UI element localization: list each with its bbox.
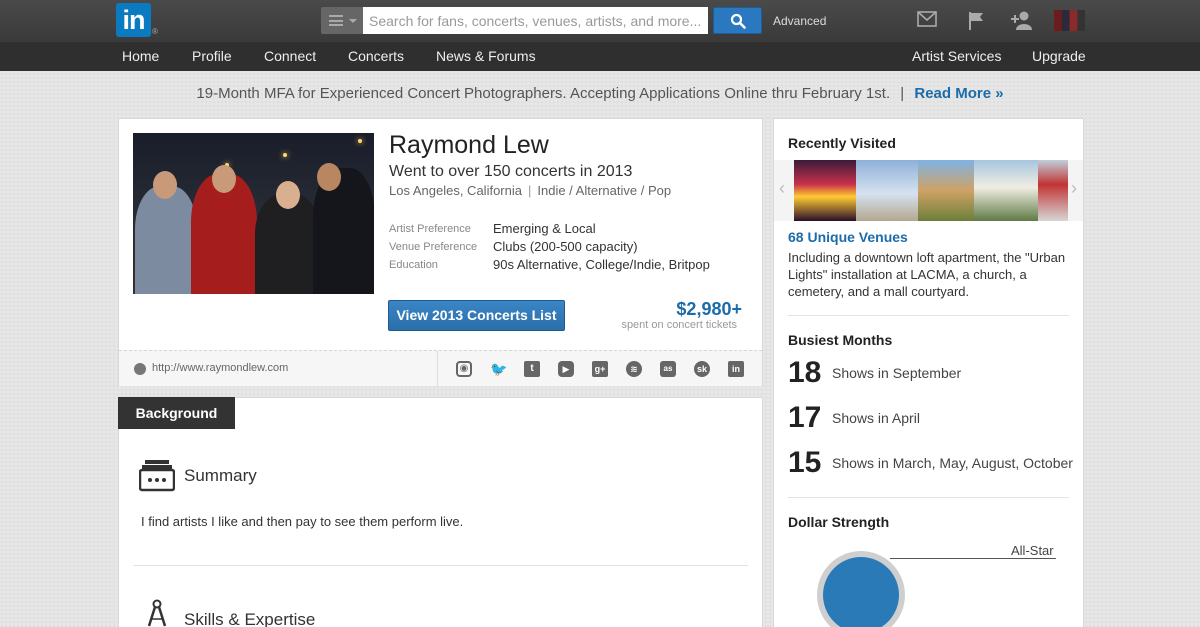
profile-tagline: Went to over 150 concerts in 2013: [389, 163, 633, 180]
read-more-link[interactable]: Read More »: [914, 85, 1003, 102]
nav-news-forums[interactable]: News & Forums: [436, 48, 536, 64]
advanced-search-link[interactable]: Advanced: [773, 14, 826, 28]
skills-title: Skills & Expertise: [184, 610, 316, 627]
list-icon: [329, 15, 343, 26]
busiest-count: 18: [788, 356, 822, 389]
section-divider: [788, 497, 1069, 498]
profile-name: Raymond Lew: [389, 131, 549, 159]
nav-home[interactable]: Home: [122, 48, 159, 64]
youtube-icon[interactable]: ▶: [558, 361, 574, 377]
banner-text: 19-Month MFA for Experienced Concert Pho…: [196, 85, 891, 102]
top-bar: in ® Advanced: [0, 0, 1200, 42]
globe-icon: [134, 363, 146, 375]
spotify-icon[interactable]: ≋: [626, 361, 642, 377]
linkedin-icon[interactable]: in: [728, 361, 744, 377]
nav-profile[interactable]: Profile: [192, 48, 232, 64]
venue-image[interactable]: [1038, 160, 1068, 221]
busiest-text: Shows in September: [832, 365, 962, 381]
lastfm-icon[interactable]: as: [660, 361, 676, 377]
registered-mark: ®: [152, 27, 158, 36]
google-plus-icon[interactable]: g+: [592, 361, 608, 377]
main-nav: Home Profile Connect Concerts News & For…: [0, 42, 1200, 71]
profile-avatar[interactable]: [1054, 10, 1085, 31]
summary-title: Summary: [184, 466, 257, 485]
nav-connect[interactable]: Connect: [264, 48, 316, 64]
spend-label: spent on concert tickets: [621, 319, 737, 331]
mail-icon[interactable]: [917, 11, 937, 27]
venue-carousel: ‹ ›: [774, 160, 1083, 221]
background-tab[interactable]: Background: [118, 397, 235, 429]
search-button[interactable]: [713, 7, 762, 34]
website-link[interactable]: http://www.raymondlew.com: [152, 362, 288, 374]
detail-value: Emerging & Local: [493, 221, 596, 236]
venue-image[interactable]: [856, 160, 918, 221]
instagram-icon[interactable]: ◉: [456, 361, 472, 377]
search-category-dropdown[interactable]: [321, 7, 363, 34]
detail-label: Artist Preference: [389, 223, 471, 235]
linkedin-logo[interactable]: in: [116, 3, 151, 37]
social-links: ◉ 🐦 t ▶ g+ ≋ as sk in: [437, 351, 762, 386]
flag-icon[interactable]: [967, 11, 985, 30]
dollar-level-label: All-Star: [1011, 543, 1054, 558]
dollar-gauge: [823, 557, 899, 627]
busiest-text: Shows in April: [832, 410, 920, 426]
nav-artist-services[interactable]: Artist Services: [912, 48, 1001, 64]
nav-upgrade[interactable]: Upgrade: [1032, 48, 1086, 64]
busiest-count: 17: [788, 401, 822, 434]
spend-amount: $2,980+: [676, 299, 742, 319]
chevron-right-icon[interactable]: ›: [1071, 178, 1077, 199]
promo-banner: 19-Month MFA for Experienced Concert Pho…: [0, 85, 1200, 102]
banner-separator: |: [900, 85, 905, 102]
chevron-left-icon[interactable]: ‹: [779, 178, 785, 199]
view-concerts-list-button[interactable]: View 2013 Concerts List: [388, 300, 565, 331]
background-card: Background Summary I find artists I like…: [118, 397, 763, 627]
dollar-strength-heading: Dollar Strength: [788, 514, 890, 530]
search-input[interactable]: [363, 7, 708, 34]
add-connection-icon[interactable]: [1010, 11, 1034, 30]
detail-value: Clubs (200-500 capacity): [493, 239, 638, 254]
venues-description: Including a downtown loft apartment, the…: [788, 250, 1066, 299]
location-separator: |: [527, 183, 532, 198]
section-divider: [133, 565, 748, 566]
sidebar-card: Recently Visited ‹ › 68 Unique Venues In…: [773, 118, 1084, 627]
detail-value: 90s Alternative, College/Indie, Britpop: [493, 257, 710, 272]
detail-label: Venue Preference: [389, 241, 478, 253]
venue-image[interactable]: [918, 160, 974, 221]
unique-venues-link[interactable]: 68 Unique Venues: [788, 229, 908, 245]
busiest-count: 15: [788, 446, 822, 479]
tumblr-icon[interactable]: t: [524, 361, 540, 377]
summary-icon: [139, 460, 175, 492]
profile-card: Raymond Lew Went to over 150 concerts in…: [118, 118, 763, 386]
busiest-months-heading: Busiest Months: [788, 332, 893, 348]
venue-image[interactable]: [794, 160, 856, 221]
search-icon: [730, 13, 746, 29]
busiest-text: Shows in March, May, August, October: [832, 455, 1073, 471]
location-text: Los Angeles, California: [389, 183, 522, 198]
gauge-label-line: [890, 558, 1056, 559]
genre-text: Indie / Alternative / Pop: [537, 183, 672, 198]
twitter-icon[interactable]: 🐦: [490, 361, 507, 377]
section-divider: [788, 315, 1069, 316]
summary-text: I find artists I like and then pay to se…: [141, 514, 464, 529]
songkick-icon[interactable]: sk: [694, 361, 710, 377]
chevron-down-icon: [349, 19, 357, 23]
venue-image[interactable]: [974, 160, 1038, 221]
recently-visited-heading: Recently Visited: [788, 135, 896, 151]
detail-label: Education: [389, 259, 438, 271]
profile-photo: [133, 133, 374, 294]
nav-concerts[interactable]: Concerts: [348, 48, 404, 64]
profile-location: Los Angeles, California | Indie / Alternat…: [389, 183, 671, 198]
compass-icon: [147, 599, 167, 627]
profile-card-footer: http://www.raymondlew.com ◉ 🐦 t ▶ g+ ≋ a…: [119, 350, 762, 386]
